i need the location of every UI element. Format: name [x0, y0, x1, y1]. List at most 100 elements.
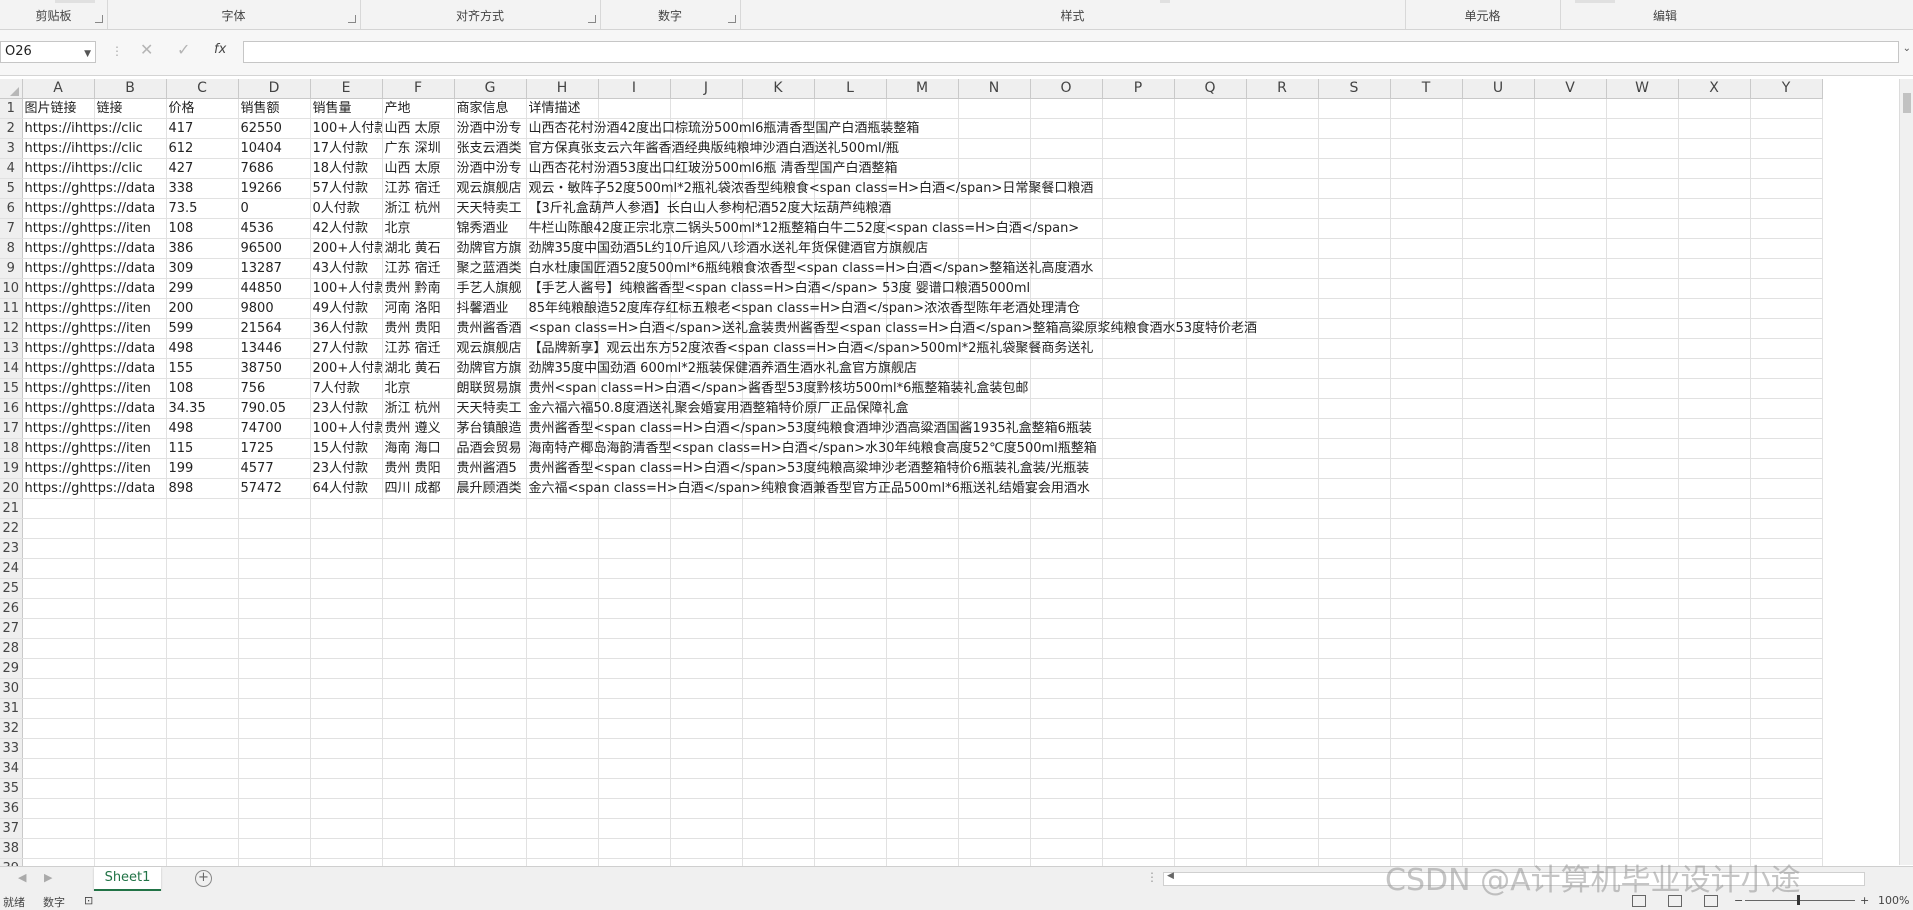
- cell[interactable]: [1390, 598, 1463, 619]
- cell[interactable]: [598, 558, 671, 579]
- cell[interactable]: [238, 698, 311, 719]
- cell[interactable]: [94, 558, 167, 579]
- cell[interactable]: [1534, 398, 1607, 419]
- cell[interactable]: [1102, 418, 1175, 439]
- sheet-tab-sheet1[interactable]: Sheet1: [94, 867, 161, 891]
- cell[interactable]: [1030, 598, 1103, 619]
- cell[interactable]: [382, 818, 455, 839]
- cell[interactable]: [1174, 158, 1247, 179]
- cell[interactable]: 427: [166, 158, 239, 179]
- cell[interactable]: [382, 638, 455, 659]
- cell[interactable]: [94, 578, 167, 599]
- cell[interactable]: [1030, 158, 1103, 179]
- cell[interactable]: [310, 778, 383, 799]
- cell[interactable]: 白水杜康国匠酒52度500ml*6瓶纯粮食浓香型<span class=H>白酒…: [526, 258, 1093, 279]
- cell[interactable]: [1246, 98, 1319, 119]
- cell[interactable]: [1390, 678, 1463, 699]
- cell[interactable]: [166, 658, 239, 679]
- cell[interactable]: [1534, 778, 1607, 799]
- cell[interactable]: 0人付款: [310, 198, 383, 219]
- cell[interactable]: [1606, 598, 1679, 619]
- cell[interactable]: [1390, 798, 1463, 819]
- cell[interactable]: [1246, 118, 1319, 139]
- cell[interactable]: [886, 758, 959, 779]
- cell[interactable]: 山西杏花村汾酒42度出口棕琉汾500ml6瓶清香型国产白酒瓶装整箱: [526, 118, 919, 139]
- cell[interactable]: 贵州<span class=H>白酒</span>酱香型53度黔核坊500ml*…: [526, 378, 1028, 399]
- cell[interactable]: [670, 598, 743, 619]
- cell[interactable]: [1678, 398, 1751, 419]
- cell[interactable]: [1534, 218, 1607, 239]
- cell[interactable]: [166, 798, 239, 819]
- cell[interactable]: [238, 638, 311, 659]
- cell[interactable]: 612: [166, 138, 239, 159]
- cell[interactable]: [598, 738, 671, 759]
- cell[interactable]: [1678, 238, 1751, 259]
- cell[interactable]: [1606, 398, 1679, 419]
- cell[interactable]: [1462, 718, 1535, 739]
- row-header[interactable]: 35: [0, 778, 23, 799]
- chevron-down-icon[interactable]: ▼: [84, 44, 91, 64]
- scroll-right-icon[interactable]: ▶: [44, 871, 52, 884]
- cell[interactable]: [1750, 178, 1823, 199]
- cell[interactable]: [1462, 178, 1535, 199]
- cell[interactable]: [166, 558, 239, 579]
- cell[interactable]: [742, 678, 815, 699]
- cell[interactable]: [1318, 498, 1391, 519]
- cell[interactable]: 手艺人旗舰: [454, 278, 527, 299]
- cell[interactable]: [1246, 298, 1319, 319]
- cell[interactable]: [1390, 498, 1463, 519]
- cell[interactable]: [1534, 178, 1607, 199]
- cell[interactable]: [238, 538, 311, 559]
- cell[interactable]: https://ihttps://clic: [22, 158, 143, 179]
- cell[interactable]: 抖馨酒业: [454, 298, 527, 319]
- cell[interactable]: [94, 538, 167, 559]
- cell[interactable]: [166, 678, 239, 699]
- cell[interactable]: [742, 658, 815, 679]
- cell[interactable]: [1678, 578, 1751, 599]
- cell[interactable]: [166, 598, 239, 619]
- cell[interactable]: [1318, 178, 1391, 199]
- row-header[interactable]: 11: [0, 298, 23, 319]
- cell[interactable]: 贵州酱香型<span class=H>白酒</span>53度纯粮食酒坤沙酒高粱…: [526, 418, 1092, 439]
- cell[interactable]: [1030, 138, 1103, 159]
- cell[interactable]: [1750, 618, 1823, 639]
- cell[interactable]: [526, 778, 599, 799]
- cell[interactable]: [958, 118, 1031, 139]
- row-header[interactable]: 1: [0, 98, 23, 119]
- cell[interactable]: [1750, 138, 1823, 159]
- cell[interactable]: [1246, 198, 1319, 219]
- cell[interactable]: [742, 498, 815, 519]
- cell[interactable]: 北京: [382, 218, 455, 239]
- cell[interactable]: [1030, 638, 1103, 659]
- cell[interactable]: [1030, 738, 1103, 759]
- cell[interactable]: [1174, 598, 1247, 619]
- cell[interactable]: [670, 578, 743, 599]
- cell[interactable]: [1102, 358, 1175, 379]
- cell[interactable]: [238, 578, 311, 599]
- cell[interactable]: 200: [166, 298, 239, 319]
- cell[interactable]: 茅台镇酿造: [454, 418, 527, 439]
- cell[interactable]: [166, 638, 239, 659]
- name-box[interactable]: O26 ▼: [0, 41, 96, 63]
- cell[interactable]: [886, 538, 959, 559]
- cell[interactable]: [1606, 238, 1679, 259]
- cell[interactable]: 河南 洛阳: [382, 298, 455, 319]
- cell[interactable]: https://ghttps://data: [22, 258, 155, 279]
- cell[interactable]: [814, 838, 887, 859]
- cell[interactable]: [1534, 378, 1607, 399]
- row-header[interactable]: 3: [0, 138, 23, 159]
- cell[interactable]: [598, 678, 671, 699]
- cell[interactable]: [1462, 538, 1535, 559]
- cell[interactable]: [1678, 498, 1751, 519]
- cell[interactable]: [1102, 118, 1175, 139]
- cell[interactable]: [238, 598, 311, 619]
- cell[interactable]: [1390, 478, 1463, 499]
- cell[interactable]: [1534, 318, 1607, 339]
- cell[interactable]: [958, 618, 1031, 639]
- cell[interactable]: [310, 618, 383, 639]
- cell[interactable]: 海南特产椰岛海韵清香型<span class=H>白酒</span>水30年纯粮…: [526, 438, 1097, 459]
- cell[interactable]: 498: [166, 418, 239, 439]
- cell[interactable]: [1462, 698, 1535, 719]
- cell[interactable]: 山西 太原: [382, 158, 455, 179]
- cell[interactable]: [1102, 718, 1175, 739]
